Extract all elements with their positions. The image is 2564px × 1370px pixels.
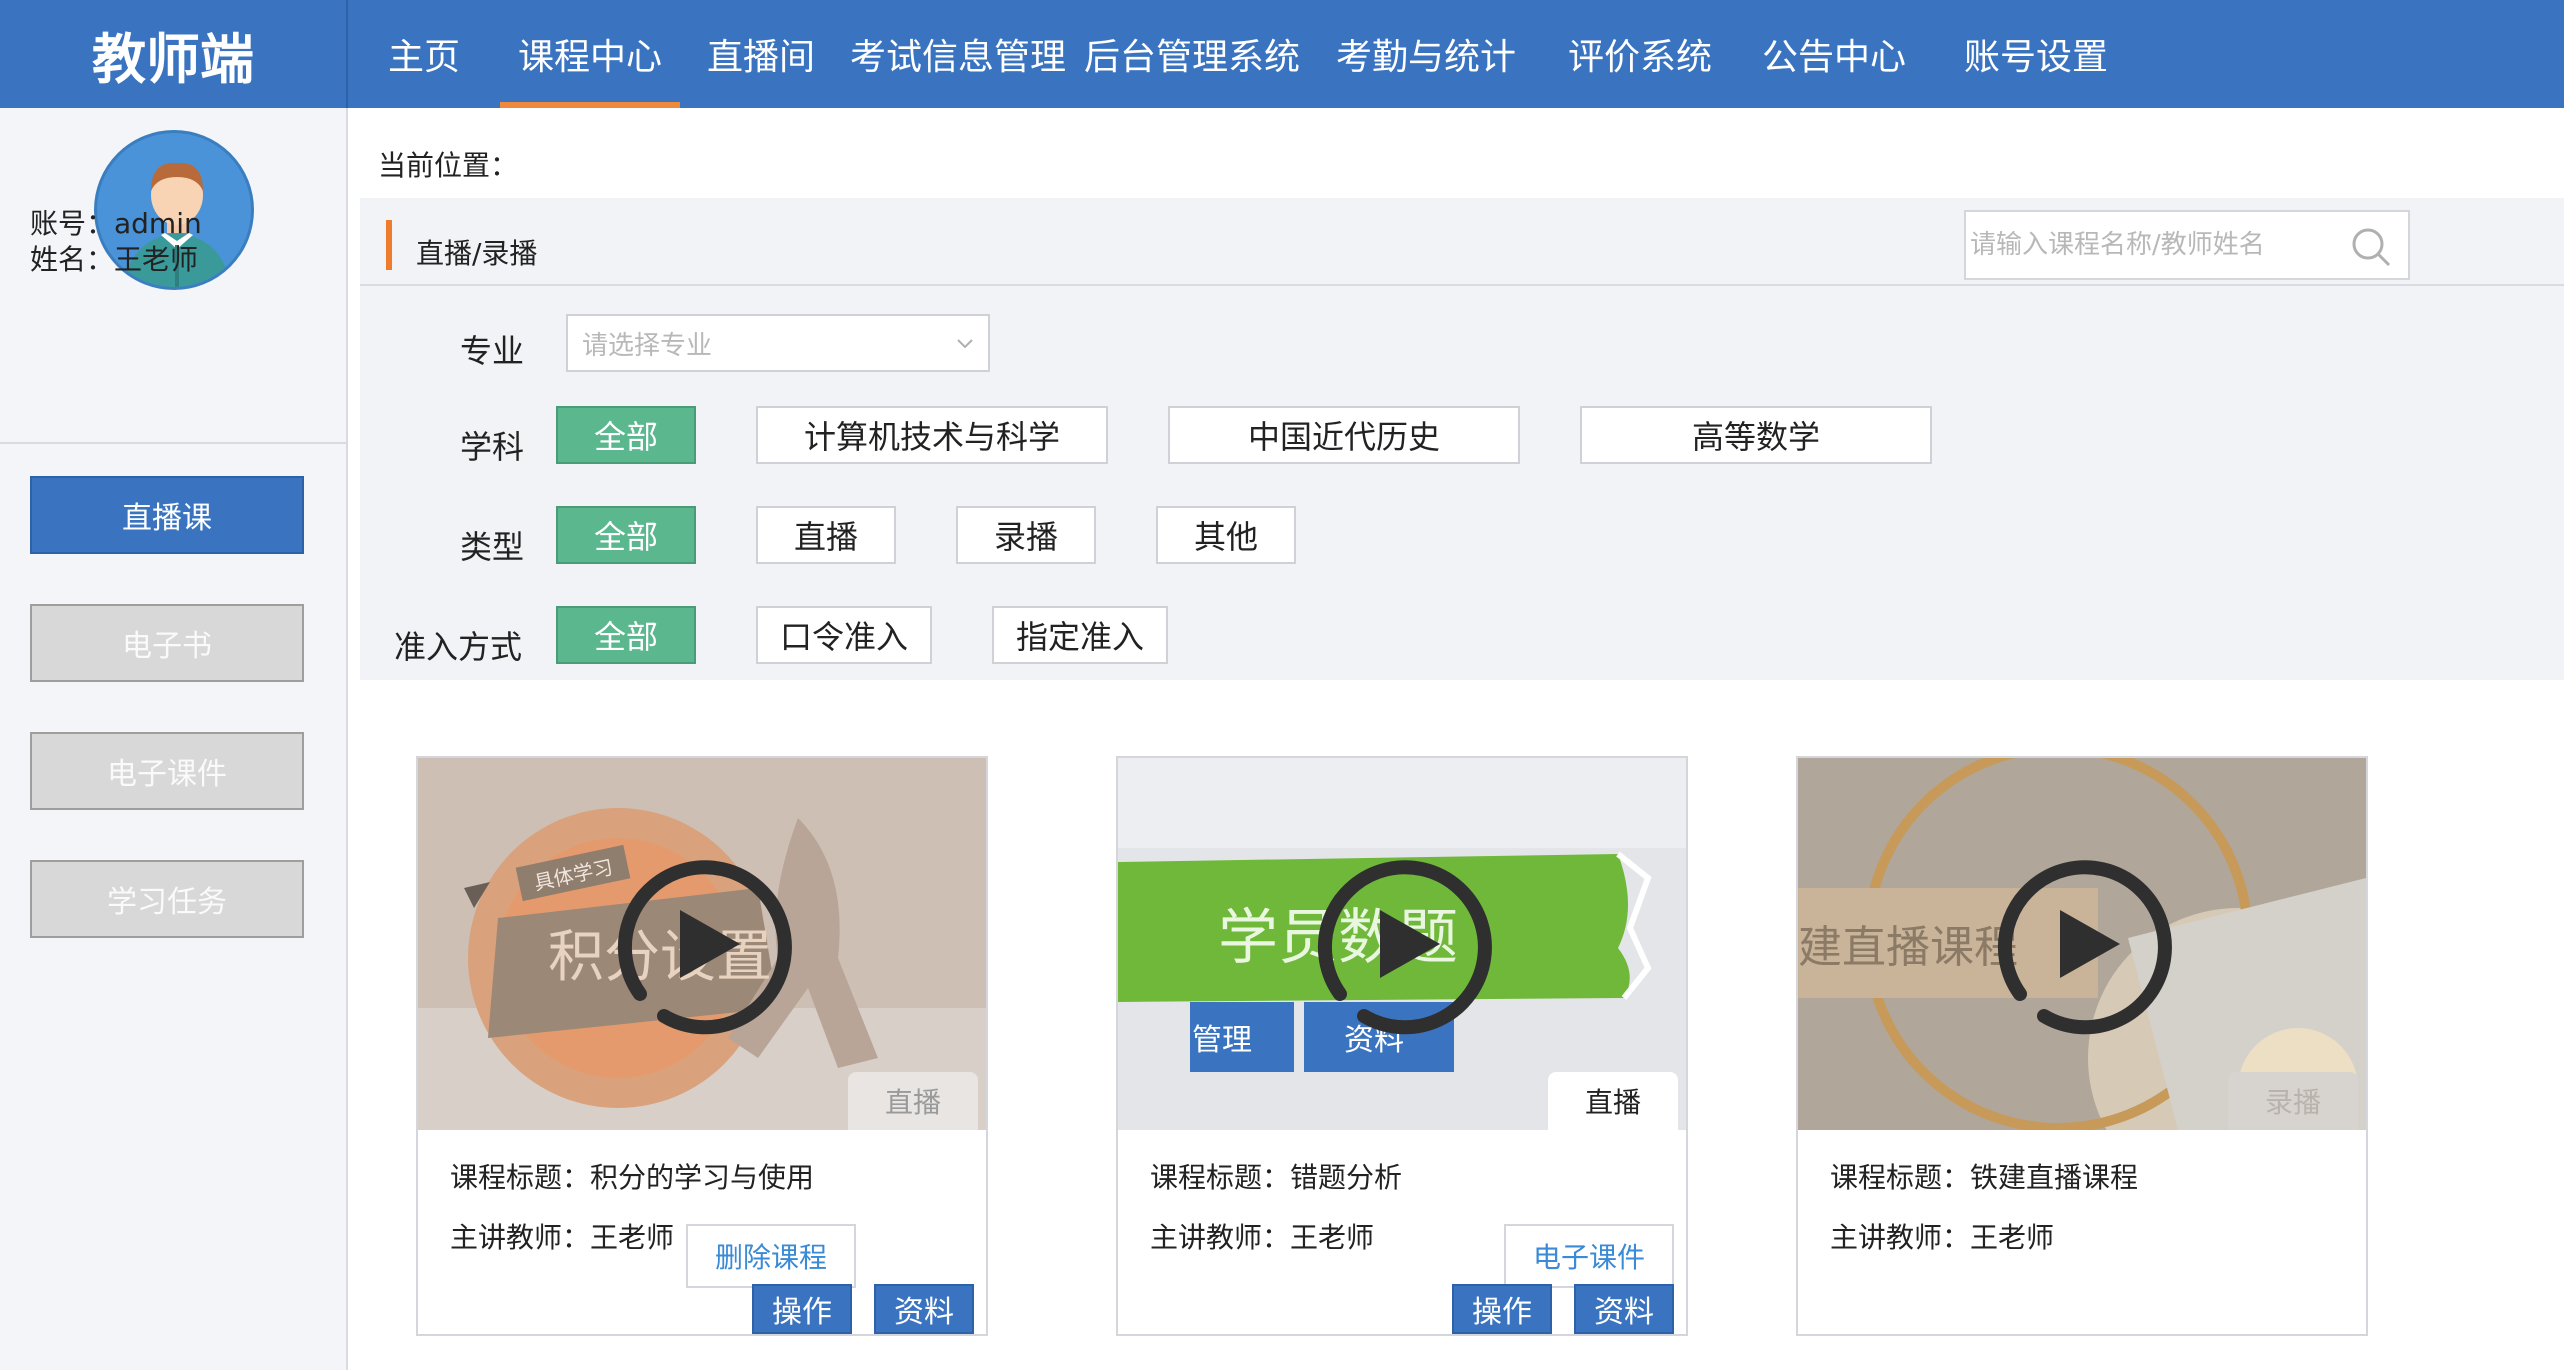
panel-title: 直播/录播 <box>416 237 538 270</box>
course-teacher: 主讲教师：王老师 <box>450 1221 675 1254</box>
play-icon[interactable] <box>1982 844 2182 1044</box>
course-type-tag: 直播 <box>848 1072 978 1130</box>
operate-button[interactable]: 操作 <box>752 1284 852 1334</box>
sidebar-divider <box>0 442 346 444</box>
access-chip-designated[interactable]: 指定准入 <box>992 606 1168 664</box>
nav-item-home[interactable]: 主页 <box>348 0 500 108</box>
top-nav-bar: 教师端 主页 课程中心 直播间 考试信息管理 后台管理系统 考勤与统计 评价系统… <box>0 0 2564 108</box>
account-info: 账号：admin <box>30 207 202 240</box>
course-title: 课程标题：错题分析 <box>1150 1161 1403 1194</box>
nav-item-account-settings[interactable]: 账号设置 <box>1930 0 2142 108</box>
access-chip-all[interactable]: 全部 <box>556 606 696 664</box>
course-card[interactable]: 建直播课程 录播 课程标题：铁建直播课程 主讲教师：王老师 <box>1796 756 2368 1336</box>
sidebar-item-ebook[interactable]: 电子书 <box>30 604 304 682</box>
nav-item-evaluation[interactable]: 评价系统 <box>1542 0 1738 108</box>
course-thumbnail[interactable]: 具体学习 积分设置 直播 <box>418 758 986 1130</box>
teacher-name-info: 姓名：王老师 <box>30 243 199 276</box>
thumb-button-text: 管理 <box>1192 1023 1252 1058</box>
nav-item-attendance[interactable]: 考勤与统计 <box>1310 0 1542 108</box>
courseware-button[interactable]: 电子课件 <box>1504 1224 1674 1288</box>
nav-item-announcements[interactable]: 公告中心 <box>1738 0 1930 108</box>
major-select-placeholder: 请选择专业 <box>582 330 713 361</box>
type-chip-live[interactable]: 直播 <box>756 506 896 564</box>
subject-chip-computer-science[interactable]: 计算机技术与科学 <box>756 406 1108 464</box>
course-thumbnail[interactable]: 学员数题 管理 资料 直播 <box>1118 758 1686 1130</box>
search-icon[interactable] <box>2350 226 2392 268</box>
type-chip-other[interactable]: 其他 <box>1156 506 1296 564</box>
header-accent-bar <box>386 220 392 270</box>
course-title: 课程标题：积分的学习与使用 <box>450 1161 815 1194</box>
search-input[interactable] <box>1970 212 2330 278</box>
type-label: 类型 <box>460 528 525 566</box>
sidebar-item-courseware[interactable]: 电子课件 <box>30 732 304 810</box>
major-label: 专业 <box>460 332 525 370</box>
course-teacher: 主讲教师：王老师 <box>1150 1221 1375 1254</box>
course-card[interactable]: 具体学习 积分设置 直播 课程标题：积分的学习与使用 主讲教师：王老师 删除课程… <box>416 756 988 1336</box>
access-label: 准入方式 <box>394 628 523 666</box>
major-select[interactable]: 请选择专业 <box>566 314 990 372</box>
materials-button[interactable]: 资料 <box>874 1284 974 1334</box>
sidebar-item-learning-tasks[interactable]: 学习任务 <box>30 860 304 938</box>
panel-header: 直播/录播 <box>360 198 2564 286</box>
filter-panel: 直播/录播 专业 请选择专业 学科 全部 计算机技术与科学 中国近代历史 高等数… <box>360 198 2564 680</box>
materials-button[interactable]: 资料 <box>1574 1284 1674 1334</box>
play-icon[interactable] <box>602 844 802 1044</box>
subject-chip-advanced-math[interactable]: 高等数学 <box>1580 406 1932 464</box>
search-box <box>1964 210 2410 280</box>
type-chip-all[interactable]: 全部 <box>556 506 696 564</box>
nav-item-live-room[interactable]: 直播间 <box>680 0 842 108</box>
play-icon[interactable] <box>1302 844 1502 1044</box>
subject-chip-all[interactable]: 全部 <box>556 406 696 464</box>
course-title: 课程标题：铁建直播课程 <box>1830 1161 2139 1194</box>
operate-button[interactable]: 操作 <box>1452 1284 1552 1334</box>
delete-course-button[interactable]: 删除课程 <box>686 1224 856 1288</box>
type-chip-recorded[interactable]: 录播 <box>956 506 1096 564</box>
nav-item-exam-management[interactable]: 考试信息管理 <box>842 0 1074 108</box>
access-chip-password[interactable]: 口令准入 <box>756 606 932 664</box>
course-teacher: 主讲教师：王老师 <box>1830 1221 2055 1254</box>
sidebar-item-live-course[interactable]: 直播课 <box>30 476 304 554</box>
chevron-down-icon <box>957 339 973 349</box>
course-thumbnail[interactable]: 建直播课程 录播 <box>1798 758 2366 1130</box>
subject-chip-modern-history[interactable]: 中国近代历史 <box>1168 406 1520 464</box>
course-type-tag: 直播 <box>1548 1072 1678 1130</box>
main-nav: 主页 课程中心 直播间 考试信息管理 后台管理系统 考勤与统计 评价系统 公告中… <box>348 0 2142 108</box>
nav-item-admin-system[interactable]: 后台管理系统 <box>1074 0 1310 108</box>
breadcrumb: 当前位置： <box>378 149 519 182</box>
brand-title: 教师端 <box>0 0 348 108</box>
course-card[interactable]: 学员数题 管理 资料 直播 课程标题：错题分析 主讲教师：王老师 电子课件 操作… <box>1116 756 1688 1336</box>
nav-item-course-center[interactable]: 课程中心 <box>500 0 680 108</box>
sidebar: 账号：admin 姓名：王老师 直播课 电子书 电子课件 学习任务 <box>0 108 348 1370</box>
course-type-tag: 录播 <box>2228 1072 2358 1130</box>
subject-label: 学科 <box>460 428 525 466</box>
